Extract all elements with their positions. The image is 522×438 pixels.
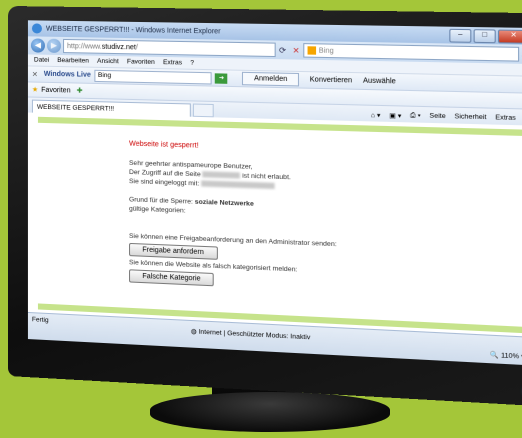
search-input[interactable]: Bing	[303, 43, 519, 62]
refresh-icon[interactable]: ⟳	[279, 45, 286, 54]
menu-ansicht[interactable]: Ansicht	[97, 58, 119, 66]
zone-text: Internet | Geschützter Modus: Inaktiv	[199, 329, 311, 342]
command-bar: ⌂ ▾ ▣ ▾ ⎙ ▾ Seite Sicherheit Extras ●	[371, 110, 522, 122]
zoom-level: 110%	[501, 352, 519, 360]
forward-button[interactable]: ▶	[47, 39, 61, 53]
url-prefix: http://www.	[67, 43, 102, 51]
tab-title: WEBSEITE GESPERRT!!!	[37, 103, 114, 112]
seite-menu[interactable]: Seite	[429, 112, 445, 120]
reason-value: soziale Netzwerke	[195, 199, 254, 208]
search-placeholder: Bing	[319, 47, 334, 55]
monitor-bezel: WEBSEITE GESPERRT!!! - Windows Internet …	[8, 6, 522, 406]
menu-datei[interactable]: Datei	[34, 57, 49, 64]
zoom-control[interactable]: 🔍 110% ▾	[490, 351, 522, 361]
status-text: Fertig	[32, 316, 49, 324]
feeds-icon[interactable]: ▣ ▾	[389, 111, 401, 120]
block-message: Webseite ist gesperrt! Sehr geehrter ant…	[129, 139, 480, 300]
monitor-stand-base	[150, 392, 390, 432]
home-icon[interactable]: ⌂ ▾	[371, 110, 381, 119]
logged-in-label: Sie sind eingeloggt mit:	[129, 178, 199, 187]
new-tab-button[interactable]	[193, 104, 214, 118]
menu-extras[interactable]: Extras	[163, 59, 182, 67]
favorites-star-icon: ★	[32, 86, 38, 94]
request-release-button[interactable]: Freigabe anfordern	[129, 243, 217, 260]
page-content: Webseite ist gesperrt! Sehr geehrter ant…	[28, 113, 522, 338]
browser-window: WEBSEITE GESPERRT!!! - Windows Internet …	[28, 20, 522, 365]
url-suffix: /	[136, 44, 138, 51]
page-heading: Webseite ist gesperrt!	[129, 139, 480, 159]
print-icon[interactable]: ⎙ ▾	[410, 111, 421, 120]
toolbar-go-button[interactable]: ➜	[215, 73, 228, 84]
windows-live-label[interactable]: Windows Live	[44, 71, 91, 79]
toolbar-close-icon[interactable]: ✕	[32, 70, 38, 78]
konvertieren-button[interactable]: Konvertieren	[310, 76, 353, 84]
menu-bearbeiten[interactable]: Bearbeiten	[57, 57, 89, 65]
bing-icon	[307, 46, 316, 54]
url-domain: studivz.net	[102, 43, 136, 51]
auswaehlen-button[interactable]: Auswähle	[363, 77, 396, 85]
menu-favoriten[interactable]: Favoriten	[127, 58, 155, 66]
close-button[interactable]: ✕	[498, 29, 522, 43]
maximize-button[interactable]: □	[474, 29, 496, 43]
ie-logo-icon	[32, 23, 42, 33]
anmelden-button[interactable]: Anmelden	[242, 72, 299, 87]
extras-menu[interactable]: Extras	[495, 114, 516, 122]
add-favorite-icon[interactable]: ✚	[77, 87, 83, 95]
stop-icon[interactable]: ✕	[292, 45, 299, 54]
address-bar[interactable]: http://www. studivz.net /	[63, 39, 276, 57]
favorites-button[interactable]: Favoriten	[41, 86, 70, 94]
wrong-category-button[interactable]: Falsche Kategorie	[129, 269, 214, 286]
redacted-url	[203, 171, 241, 178]
sicherheit-menu[interactable]: Sicherheit	[455, 113, 487, 121]
redacted-user	[201, 181, 274, 190]
toolbar-search-input[interactable]: Bing	[95, 69, 212, 84]
back-button[interactable]: ◀	[31, 38, 45, 52]
security-zone: ◍ Internet | Geschützter Modus: Inaktiv	[191, 327, 310, 341]
menu-help[interactable]: ?	[190, 60, 194, 67]
minimize-button[interactable]: –	[449, 28, 471, 42]
